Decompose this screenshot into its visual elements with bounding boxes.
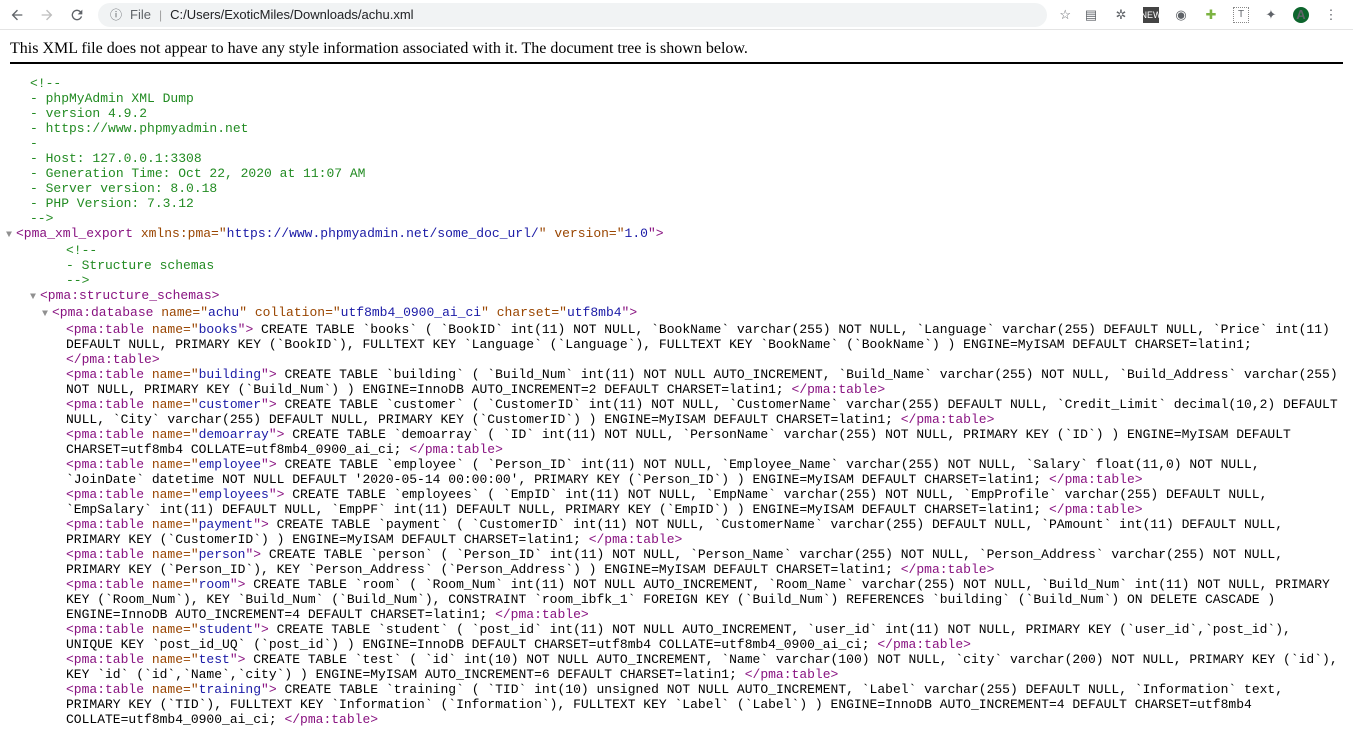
twisty-icon[interactable]: ▼ <box>6 228 16 243</box>
table-element[interactable]: <pma:table name="demoarray"> CREATE TABL… <box>10 427 1343 457</box>
structure-schemas-element[interactable]: ▼<pma:structure_schemas> <box>10 288 1343 305</box>
xml-comment-line: - Server version: 8.0.18 <box>30 181 1343 196</box>
info-icon: ⓘ <box>110 6 122 23</box>
divider: | <box>159 8 162 22</box>
table-element[interactable]: <pma:table name="employee"> CREATE TABLE… <box>10 457 1343 487</box>
table-element[interactable]: <pma:table name="employees"> CREATE TABL… <box>10 487 1343 517</box>
address-bar[interactable]: ⓘ File | C:/Users/ExoticMiles/Downloads/… <box>98 3 1047 27</box>
table-element[interactable]: <pma:table name="books"> CREATE TABLE `b… <box>10 322 1343 367</box>
back-button[interactable] <box>8 6 26 24</box>
forward-button[interactable] <box>38 6 56 24</box>
xml-comment-line: --> <box>30 211 1343 226</box>
extension-icons: ▤ ✲ NEW ◉ ✚ T ✦ A ⋮ <box>1083 7 1345 23</box>
xml-comment-line: - <box>30 136 1343 151</box>
ext-icon-1[interactable]: ▤ <box>1083 7 1099 23</box>
table-element[interactable]: <pma:table name="payment"> CREATE TABLE … <box>10 517 1343 547</box>
avatar[interactable]: A <box>1293 7 1309 23</box>
root-element[interactable]: ▼<pma_xml_export xmlns:pma="https://www.… <box>10 226 1343 243</box>
star-icon[interactable]: ☆ <box>1059 7 1071 23</box>
xml-comment-line: <!-- <box>30 76 1343 91</box>
xml-comment-line: --> <box>10 273 1343 288</box>
xml-notice: This XML file does not appear to have an… <box>10 38 1343 64</box>
xml-comment-line: - Structure schemas <box>10 258 1343 273</box>
reload-button[interactable] <box>68 6 86 24</box>
ext-icon-6[interactable]: T <box>1233 7 1249 23</box>
ext-icon-3[interactable]: NEW <box>1143 7 1159 23</box>
menu-icon[interactable]: ⋮ <box>1323 7 1339 23</box>
ext-icon-5[interactable]: ✚ <box>1203 7 1219 23</box>
table-element[interactable]: <pma:table name="building"> CREATE TABLE… <box>10 367 1343 397</box>
xml-comment-line: - Generation Time: Oct 22, 2020 at 11:07… <box>30 166 1343 181</box>
table-element[interactable]: <pma:table name="person"> CREATE TABLE `… <box>10 547 1343 577</box>
extensions-puzzle-icon[interactable]: ✦ <box>1263 7 1279 23</box>
ext-icon-2[interactable]: ✲ <box>1113 7 1129 23</box>
table-element[interactable]: <pma:table name="student"> CREATE TABLE … <box>10 622 1343 652</box>
xml-comment-line: - phpMyAdmin XML Dump <box>30 91 1343 106</box>
table-element[interactable]: <pma:table name="customer"> CREATE TABLE… <box>10 397 1343 427</box>
twisty-icon[interactable]: ▼ <box>42 307 52 322</box>
xml-comment-line: - https://www.phpmyadmin.net <box>30 121 1343 136</box>
ext-icon-4[interactable]: ◉ <box>1173 7 1189 23</box>
xml-comment-line: - PHP Version: 7.3.12 <box>30 196 1343 211</box>
table-element[interactable]: <pma:table name="room"> CREATE TABLE `ro… <box>10 577 1343 622</box>
xml-comment-line: <!-- <box>10 243 1343 258</box>
browser-toolbar: ⓘ File | C:/Users/ExoticMiles/Downloads/… <box>0 0 1353 30</box>
file-label: File <box>130 7 151 22</box>
page-content: This XML file does not appear to have an… <box>0 30 1353 732</box>
table-element[interactable]: <pma:table name="test"> CREATE TABLE `te… <box>10 652 1343 682</box>
xml-tree: <!--- phpMyAdmin XML Dump- version 4.9.2… <box>10 76 1343 727</box>
url-text: C:/Users/ExoticMiles/Downloads/achu.xml <box>170 7 413 22</box>
xml-comment-line: - Host: 127.0.0.1:3308 <box>30 151 1343 166</box>
table-element[interactable]: <pma:table name="training"> CREATE TABLE… <box>10 682 1343 727</box>
twisty-icon[interactable]: ▼ <box>30 290 40 305</box>
xml-comment-line: - version 4.9.2 <box>30 106 1343 121</box>
database-element[interactable]: ▼<pma:database name="achu" collation="ut… <box>10 305 1343 322</box>
